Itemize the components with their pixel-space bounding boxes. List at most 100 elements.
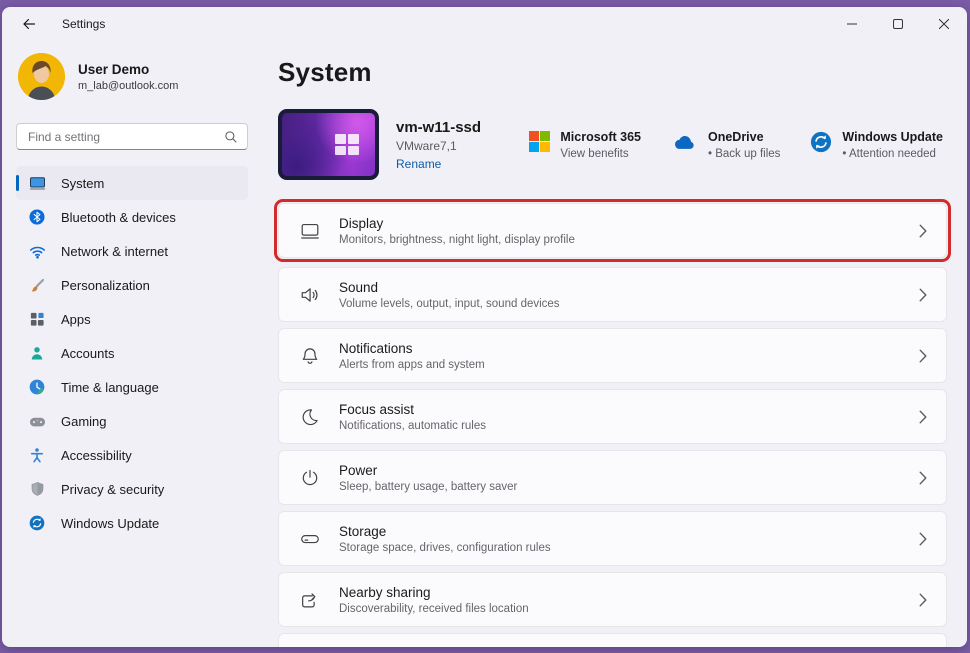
badge-subtitle: View benefits: [560, 147, 629, 160]
badge-microsoft-365[interactable]: Microsoft 365 View benefits: [529, 130, 641, 160]
row-nearby-sharing[interactable]: Nearby sharing Discoverability, received…: [278, 572, 947, 627]
chevron-right-icon: [919, 410, 927, 424]
share-icon: [298, 589, 322, 611]
badge-texts: OneDrive • Back up files: [708, 130, 780, 160]
badge-texts: Windows Update • Attention needed: [842, 130, 943, 160]
window-content: User Demo m_lab@outlook.com Find a setti…: [2, 41, 967, 647]
row-display[interactable]: Display Monitors, brightness, night ligh…: [278, 203, 947, 258]
sidebar-item-label: Personalization: [61, 277, 150, 293]
search-icon: [224, 130, 238, 144]
minimize-button[interactable]: [829, 7, 875, 41]
person-icon: [28, 345, 46, 362]
row-sound[interactable]: Sound Volume levels, output, input, soun…: [278, 267, 947, 322]
row-title: Power: [339, 462, 378, 478]
row-texts: Display Monitors, brightness, night ligh…: [339, 216, 575, 246]
titlebar: Settings: [2, 7, 967, 41]
settings-rows: Display Monitors, brightness, night ligh…: [274, 199, 951, 647]
sidebar-item-accounts[interactable]: Accounts: [16, 336, 248, 370]
row-title: Nearby sharing: [339, 584, 431, 600]
bell-icon: [298, 345, 322, 367]
row-title: Storage: [339, 523, 387, 539]
storage-drive-icon: [298, 528, 322, 550]
row-notifications[interactable]: Notifications Alerts from apps and syste…: [278, 328, 947, 383]
sidebar-item-system[interactable]: System: [16, 166, 248, 200]
row-multitasking[interactable]: Multitasking: [278, 633, 947, 647]
sidebar-item-label: Apps: [61, 311, 91, 327]
sidebar-item-network-internet[interactable]: Network & internet: [16, 234, 248, 268]
windows-update-icon: [28, 515, 46, 532]
moon-icon: [298, 406, 322, 428]
page-title: System: [278, 57, 372, 87]
sidebar-item-personalization[interactable]: Personalization: [16, 268, 248, 302]
rename-link[interactable]: Rename: [396, 157, 481, 171]
badge-onedrive[interactable]: OneDrive • Back up files: [671, 130, 780, 160]
sidebar-item-privacy-security[interactable]: Privacy & security: [16, 472, 248, 506]
device-info: vm-w11-ssd VMware7,1 Rename: [396, 119, 481, 171]
main-panel: System vm-w11-ssd VMware7,1 Rename Micro…: [264, 41, 967, 647]
chevron-right-icon: [919, 593, 927, 607]
row-title: Focus assist: [339, 401, 415, 417]
sidebar-item-time-language[interactable]: Time & language: [16, 370, 248, 404]
row-power[interactable]: Power Sleep, battery usage, battery save…: [278, 450, 947, 505]
bluetooth-icon: [28, 209, 46, 226]
back-button[interactable]: [12, 9, 46, 39]
row-subtitle: Alerts from apps and system: [339, 358, 485, 371]
avatar: [18, 53, 65, 100]
sidebar-item-windows-update[interactable]: Windows Update: [16, 506, 248, 540]
maximize-button[interactable]: [875, 7, 921, 41]
badge-title: Windows Update: [842, 129, 943, 144]
window-controls: [829, 7, 967, 41]
wifi-icon: [28, 243, 46, 260]
sidebar-item-label: Gaming: [61, 413, 107, 429]
row-subtitle: Notifications, automatic rules: [339, 419, 487, 432]
system-icon: [28, 175, 46, 192]
power-icon: [298, 467, 322, 489]
row-texts: Sound Volume levels, output, input, soun…: [339, 280, 560, 310]
settings-window: Settings User Demo m_lab@outlook.com Fin…: [2, 7, 967, 647]
maximize-icon: [893, 19, 903, 29]
chevron-right-icon: [919, 471, 927, 485]
window-title: Settings: [62, 17, 106, 31]
status-badges: Microsoft 365 View benefits OneDrive • B…: [529, 130, 947, 160]
device-model: VMware7,1: [396, 138, 457, 153]
row-texts: Power Sleep, battery usage, battery save…: [339, 463, 517, 493]
user-texts: User Demo m_lab@outlook.com: [78, 62, 178, 92]
game-controller-icon: [28, 413, 46, 430]
user-account-block[interactable]: User Demo m_lab@outlook.com: [16, 47, 248, 106]
back-arrow-icon: [21, 16, 37, 32]
search-box[interactable]: [16, 123, 248, 150]
sidebar-item-label: Bluetooth & devices: [61, 209, 176, 225]
accessibility-person-icon: [28, 447, 46, 464]
row-subtitle: Volume levels, output, input, sound devi…: [339, 297, 560, 310]
chevron-right-icon: [919, 532, 927, 546]
badge-windows-update[interactable]: Windows Update • Attention needed: [810, 130, 943, 160]
microsoft-logo-icon: [529, 130, 551, 160]
sidebar-item-label: Time & language: [61, 379, 159, 395]
badge-subtitle: • Attention needed: [842, 147, 936, 160]
chevron-right-icon: [919, 288, 927, 302]
sidebar-item-apps[interactable]: Apps: [16, 302, 248, 336]
row-subtitle: Storage space, drives, configuration rul…: [339, 541, 551, 554]
row-subtitle: Monitors, brightness, night light, displ…: [339, 233, 575, 246]
desktop-background: Settings User Demo m_lab@outlook.com Fin…: [0, 0, 970, 653]
sidebar: User Demo m_lab@outlook.com Find a setti…: [2, 41, 264, 647]
clock-icon: [28, 379, 46, 396]
sidebar-item-accessibility[interactable]: Accessibility: [16, 438, 248, 472]
windows-update-sync-icon: [810, 131, 832, 160]
row-texts: Notifications Alerts from apps and syste…: [339, 341, 485, 371]
row-texts: Storage Storage space, drives, configura…: [339, 524, 551, 554]
sidebar-item-label: Accounts: [61, 345, 115, 361]
chevron-right-icon: [919, 349, 927, 363]
close-icon: [939, 19, 949, 29]
row-storage[interactable]: Storage Storage space, drives, configura…: [278, 511, 947, 566]
chevron-right-icon: [919, 224, 927, 238]
sidebar-item-gaming[interactable]: Gaming: [16, 404, 248, 438]
onedrive-cloud-icon: [671, 131, 698, 160]
row-focus-assist[interactable]: Focus assist Notifications, automatic ru…: [278, 389, 947, 444]
sidebar-item-label: Network & internet: [61, 243, 168, 259]
display-icon: [298, 220, 322, 242]
sidebar-item-label: Windows Update: [61, 515, 160, 531]
sidebar-item-bluetooth-devices[interactable]: Bluetooth & devices: [16, 200, 248, 234]
close-button[interactable]: [921, 7, 967, 41]
search-input[interactable]: [26, 128, 224, 145]
